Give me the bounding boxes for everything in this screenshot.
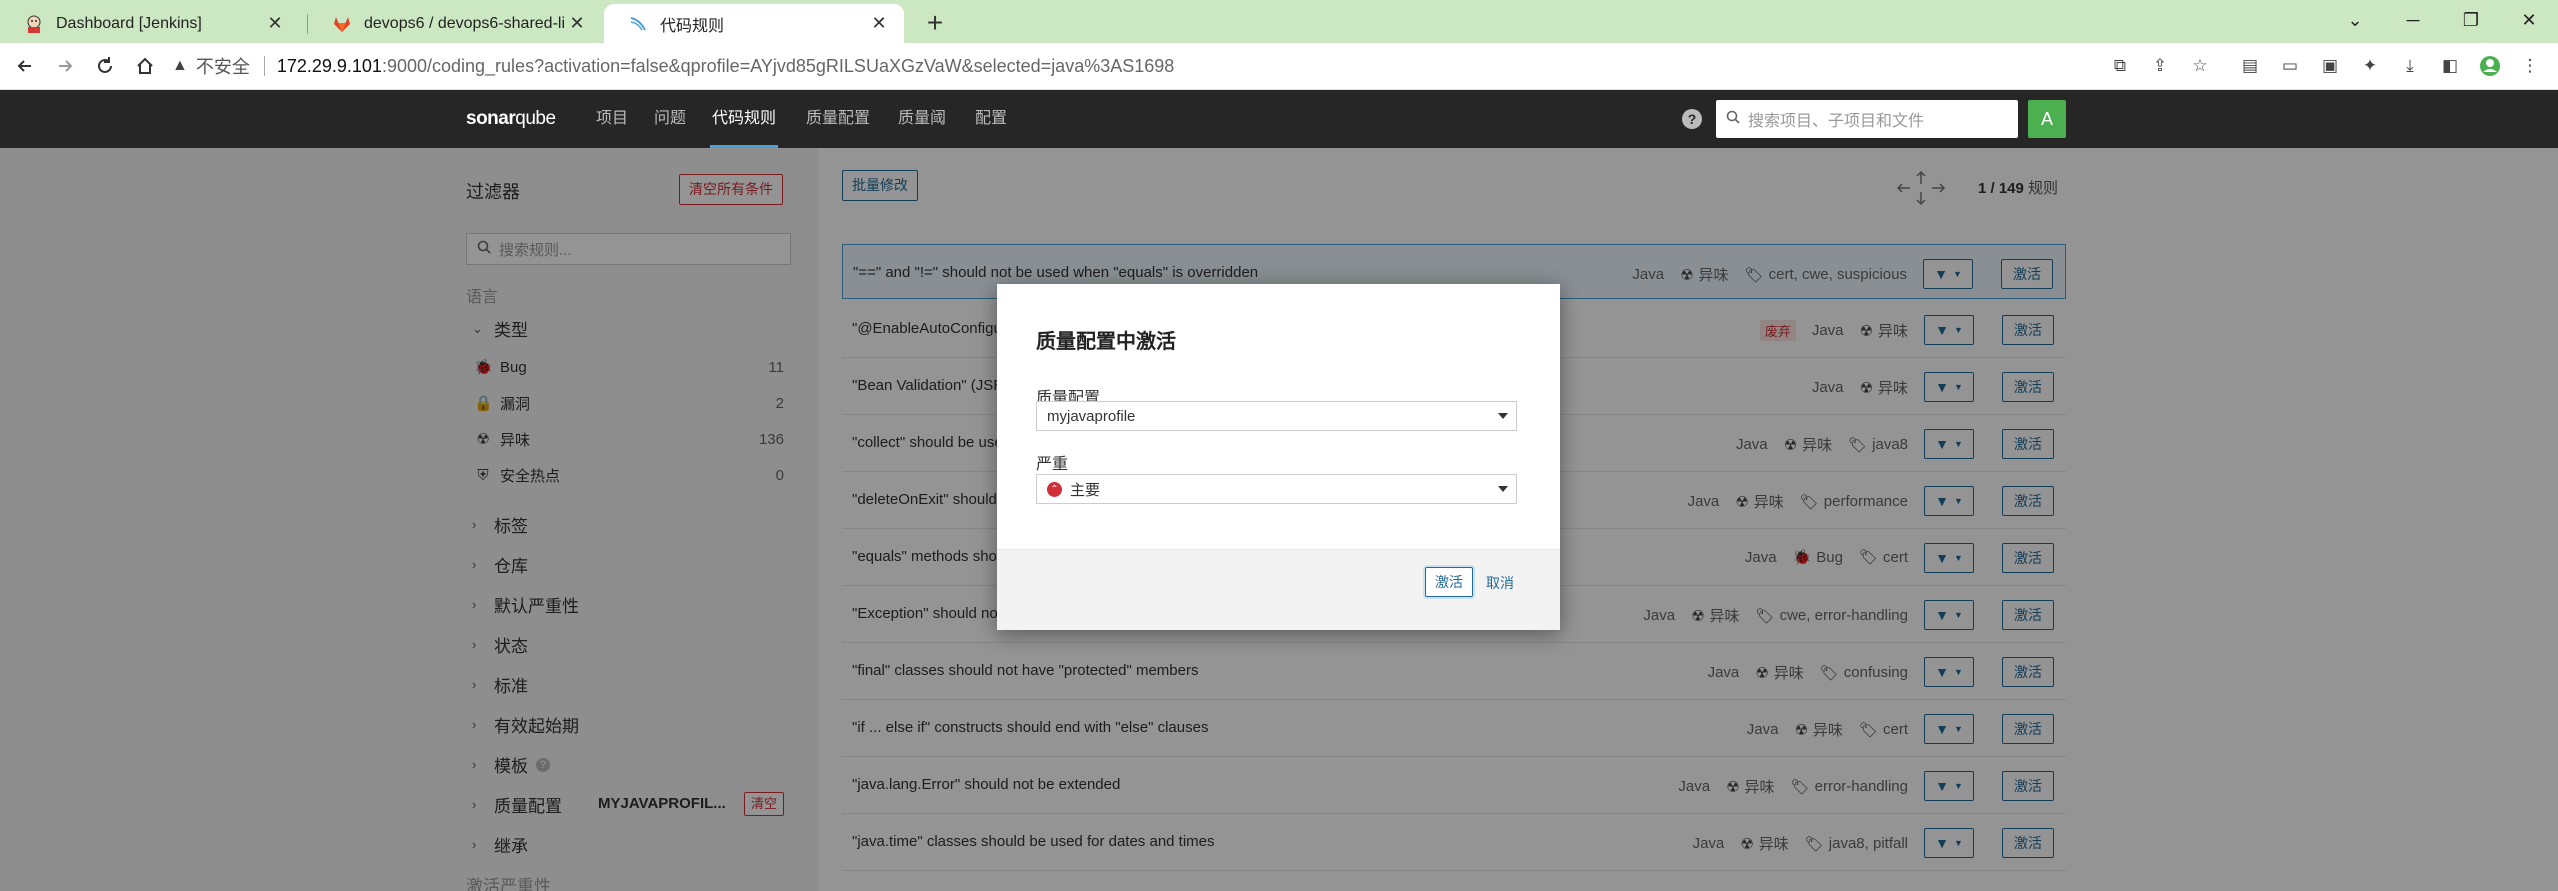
search-icon [1726,110,1740,129]
nav-quality-profiles[interactable]: 质量配置 [804,90,872,148]
close-window-icon[interactable]: ✕ [2500,0,2558,40]
activate-button[interactable]: 激活 [1425,567,1473,597]
nav-administration[interactable]: 配置 [973,90,1009,148]
extension-sidebar-icon[interactable]: ▤ [2238,54,2262,78]
insecure-label: 不安全 [195,57,250,77]
menu-kebab-icon[interactable]: ⋮ [2518,54,2542,78]
activate-rule-modal: 质量配置中激活 质量配置 myjavaprofile 严重 ⌃ 主要 激活 取消 [997,284,1560,630]
address-host: 172.29.9.101 [276,55,382,76]
close-tab-icon[interactable]: ✕ [264,13,286,35]
browser-tab-gitlab[interactable]: devops6 / devops6-shared-lib ✕ [308,4,602,43]
modal-title: 质量配置中激活 [1036,331,1176,353]
caret-down-icon [1498,413,1508,419]
back-icon[interactable] [8,49,42,83]
forward-icon[interactable] [48,49,82,83]
tab-title: 代码规则 [660,17,725,35]
nav-projects[interactable]: 项目 [594,90,630,148]
caret-down-icon [1498,486,1508,492]
severity-label: 严重 [1036,456,1069,473]
cancel-button[interactable]: 取消 [1486,573,1514,593]
nav-coding-rules[interactable]: 代码规则 [710,90,779,148]
severity-select[interactable]: ⌃ 主要 [1036,474,1517,504]
side-panel-icon[interactable]: ◧ [2438,54,2462,78]
help-icon[interactable]: ? [1682,109,1702,129]
browser-tab-jenkins[interactable]: Dashboard [Jenkins] ✕ [0,4,300,43]
sonarqube-navbar: sonarqube 项目 问题 代码规则 质量配置 质量阈 配置 ? 搜索项目、… [0,90,2558,148]
browser-toolbar: ▲ 不安全 172.29.9.101:9000/coding_rules?act… [0,43,2558,90]
modal-footer: 激活 取消 [997,549,1560,630]
share-icon[interactable]: ⇪ [2148,54,2172,78]
warning-icon: ▲ [172,57,188,74]
extension-screen-icon[interactable]: ▭ [2278,54,2302,78]
translate-icon[interactable]: ⧉ [2108,54,2132,78]
browser-tab-sonarqube[interactable]: 代码规则 ✕ [604,4,904,43]
close-tab-icon[interactable]: ✕ [868,13,890,35]
close-tab-icon[interactable]: ✕ [566,13,588,35]
bookmark-star-icon[interactable]: ☆ [2188,54,2212,78]
address-divider [263,56,265,76]
address-path: :9000/coding_rules?activation=false&qpro… [381,55,1175,76]
global-search-input[interactable]: 搜索项目、子项目和文件 [1716,100,2018,138]
severity-value: 主要 [1070,481,1101,499]
logo-bold: sonar [466,108,516,129]
nav-issues[interactable]: 问题 [652,90,688,148]
sonarqube-logo[interactable]: sonarqube [466,108,556,130]
download-icon[interactable]: ⤓ [2398,54,2422,78]
profile-icon[interactable] [2478,54,2502,78]
restore-icon[interactable]: ❐ [2442,0,2500,40]
quality-profile-select[interactable]: myjavaprofile [1036,401,1517,431]
tab-title: devops6 / devops6-shared-lib [364,14,566,32]
gitlab-icon [332,14,352,34]
profile-value: myjavaprofile [1047,407,1136,425]
address-bar[interactable]: ▲ 不安全 172.29.9.101:9000/coding_rules?act… [172,48,2230,84]
minimize-icon[interactable]: ─ [2384,0,2442,40]
global-search-placeholder: 搜索项目、子项目和文件 [1748,113,1925,130]
jenkins-icon [24,14,44,34]
sonarqube-icon [628,14,648,34]
extension-capture-icon[interactable]: ▣ [2318,54,2342,78]
avatar[interactable]: A [2028,100,2066,138]
major-severity-icon: ⌃ [1047,481,1062,497]
tab-search-chevron-icon[interactable]: ⌄ [2326,0,2384,40]
home-icon[interactable] [128,49,162,83]
tab-title: Dashboard [Jenkins] [56,14,202,32]
browser-tab-bar: Dashboard [Jenkins] ✕ devops6 / devops6-… [0,0,2558,43]
new-tab-icon[interactable]: + [918,6,952,40]
reload-icon[interactable] [88,49,122,83]
logo-rest: qube [515,108,556,129]
extensions-puzzle-icon[interactable]: ✦ [2358,54,2382,78]
nav-quality-gates[interactable]: 质量阈 [896,90,948,148]
